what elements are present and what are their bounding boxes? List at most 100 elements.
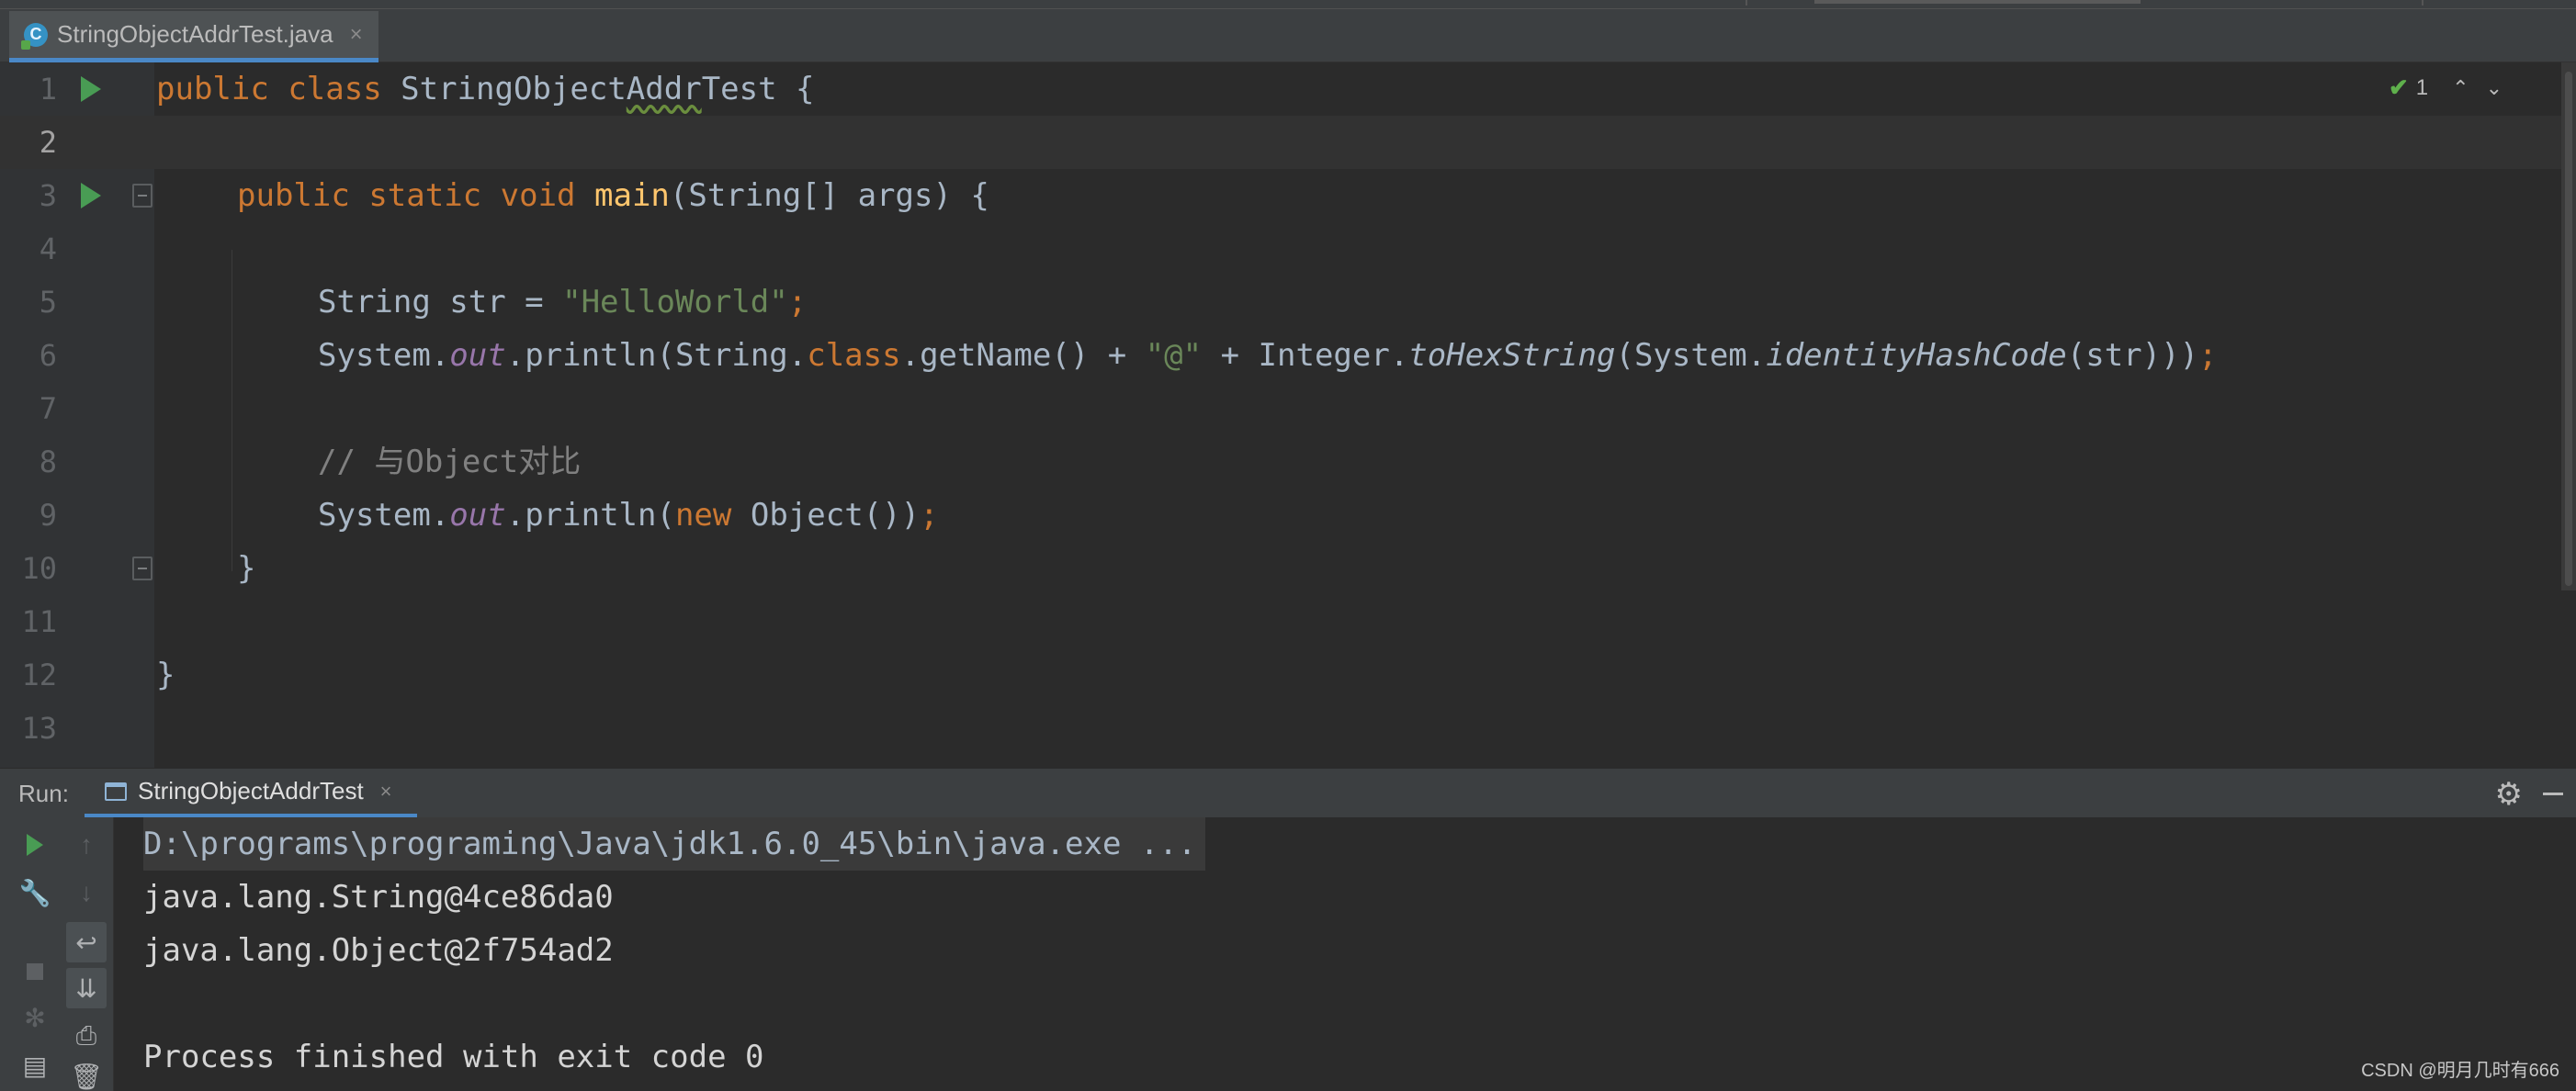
- editor-tab-bar: C StringObjectAddrTest.java ×: [0, 0, 2576, 62]
- code-text: public class StringObjectAddrTest {: [156, 62, 815, 116]
- run-panel-body: ↑ 🔧 ↓ ↩ ⇊ ✻ ⎙ ▤ 🗑 D:\programs\programing…: [0, 817, 2576, 1091]
- keyword: class: [807, 337, 901, 374]
- closing-brace: }: [237, 550, 256, 587]
- line-number: 6: [39, 338, 57, 373]
- keyword: class: [288, 71, 382, 107]
- method-name: main: [594, 177, 670, 214]
- keyword: void: [500, 177, 576, 214]
- code-comment: // 与Object对比: [318, 444, 582, 480]
- fold-icon[interactable]: [132, 184, 153, 208]
- arrow-up-icon: ↑: [80, 830, 93, 859]
- code-part: System.: [318, 497, 450, 534]
- code-line: 10 }: [0, 542, 2576, 595]
- code-line-current: 2: [0, 116, 2576, 169]
- file-tab-label: StringObjectAddrTest.java: [57, 20, 333, 48]
- run-main-icon[interactable]: [81, 183, 101, 208]
- open-brace: {: [776, 71, 815, 107]
- line-number: 13: [21, 711, 57, 746]
- tab-stringobjectaddrtest-java[interactable]: C StringObjectAddrTest.java ×: [9, 11, 378, 62]
- settings-wrench-button[interactable]: 🔧: [15, 872, 55, 913]
- typo-word: Addr: [626, 71, 702, 107]
- code-line: 12 }: [0, 648, 2576, 702]
- line-number: 8: [39, 444, 57, 479]
- code-line: 3 public static void main(String[] args)…: [0, 169, 2576, 222]
- line-number: 4: [39, 231, 57, 266]
- console-icon: [105, 782, 127, 801]
- code-part: .getName() +: [900, 337, 1146, 374]
- check-icon: ✔: [2388, 73, 2409, 101]
- class-name-prefix: StringObject: [401, 71, 627, 107]
- watermark: CSDN @明月几时有666: [2361, 1061, 2559, 1081]
- toolbar-divider: [2422, 0, 2423, 6]
- code-line: 6 System.out.println(String.class.getNam…: [0, 329, 2576, 382]
- code-part: .println(: [505, 497, 675, 534]
- line-number: 11: [21, 604, 57, 639]
- line-number: 9: [39, 498, 57, 533]
- code-line: 13: [0, 702, 2576, 755]
- console-output-line: java.lang.Object@2f754ad2: [143, 932, 614, 969]
- gear-icon[interactable]: ⚙: [2495, 776, 2523, 813]
- semicolon: ;: [920, 497, 939, 534]
- chevron-down-icon[interactable]: ⌄: [2486, 76, 2503, 100]
- code-line: 5 String str = "HelloWorld";: [0, 276, 2576, 329]
- static-method: toHexString: [1408, 337, 1616, 374]
- chevron-up-icon[interactable]: ⌃: [2452, 76, 2469, 100]
- soft-wrap-button[interactable]: ↩: [66, 922, 107, 962]
- code-part: Object()): [731, 497, 921, 534]
- code-line: 1 public class StringObjectAddrTest {: [0, 62, 2576, 116]
- code-line: 11: [0, 595, 2576, 648]
- minimize-icon[interactable]: [2543, 793, 2563, 795]
- debug-button[interactable]: ✻: [15, 997, 55, 1038]
- scrollbar-thumb[interactable]: [2565, 72, 2572, 586]
- printer-icon: ⎙: [75, 1020, 97, 1050]
- static-method: identityHashCode: [1766, 337, 2067, 374]
- editor-scrollbar[interactable]: [2561, 62, 2576, 590]
- line-number: 5: [39, 285, 57, 320]
- fold-icon[interactable]: [132, 557, 153, 580]
- play-icon: [27, 834, 43, 856]
- run-class-icon[interactable]: [81, 76, 101, 102]
- rerun-button[interactable]: [15, 825, 55, 865]
- arrow-down-icon: ↓: [80, 878, 93, 906]
- close-icon[interactable]: ×: [350, 22, 363, 48]
- code-part: + Integer.: [1202, 337, 1409, 374]
- line-number: 3: [39, 178, 57, 213]
- class-icon-letter: C: [29, 25, 42, 43]
- print-button[interactable]: ⎙: [66, 1016, 107, 1056]
- static-field: out: [449, 337, 506, 374]
- code-editor[interactable]: 1 public class StringObjectAddrTest { 2 …: [0, 62, 2576, 768]
- code-line: 8 // 与Object对比: [0, 435, 2576, 489]
- soft-wrap-icon: ↩: [75, 928, 97, 957]
- keyword: static: [368, 177, 482, 214]
- close-icon[interactable]: ×: [380, 780, 392, 804]
- console-command-line[interactable]: D:\programs\programing\Java\jdk1.6.0_45\…: [143, 817, 1206, 871]
- scroll-to-end-button[interactable]: ⇊: [66, 968, 107, 1008]
- run-toolbar: ↑ 🔧 ↓ ↩ ⇊ ✻ ⎙ ▤ 🗑: [0, 817, 114, 1091]
- scroll-down-button[interactable]: ↓: [66, 872, 107, 913]
- keyword: new: [674, 497, 732, 534]
- toolbar-divider: [1746, 0, 1747, 6]
- tab-run-configuration[interactable]: StringObjectAddrTest ×: [85, 769, 417, 818]
- scroll-up-button[interactable]: ↑: [66, 825, 107, 865]
- scroll-to-end-icon: ⇊: [75, 973, 97, 1003]
- console-output-line: java.lang.String@4ce86da0: [143, 879, 614, 916]
- java-class-icon: C: [21, 22, 48, 50]
- semicolon: ;: [2198, 337, 2218, 374]
- code-part: (str))): [2066, 337, 2199, 374]
- semicolon: ;: [787, 284, 808, 321]
- bug-icon: ✻: [24, 1003, 46, 1032]
- code-text: String str = "HelloWorld";: [318, 276, 807, 329]
- code-line: 4: [0, 222, 2576, 276]
- inspection-widget[interactable]: ✔ 1 ⌃ ⌄: [2389, 73, 2503, 102]
- string-literal: "@": [1145, 337, 1203, 374]
- method-params: (String[] args) {: [669, 177, 989, 214]
- code-text: System.out.println(String.class.getName(…: [318, 329, 2218, 382]
- line-number: 12: [21, 658, 57, 692]
- line-number: 7: [39, 391, 57, 426]
- closing-brace: }: [156, 657, 175, 693]
- clear-button[interactable]: 🗑: [66, 1056, 107, 1091]
- stop-button[interactable]: [15, 951, 55, 992]
- run-tab-label: StringObjectAddrTest: [138, 777, 364, 804]
- layout-button[interactable]: ▤: [15, 1045, 55, 1085]
- code-line: 9 System.out.println(new Object());: [0, 489, 2576, 542]
